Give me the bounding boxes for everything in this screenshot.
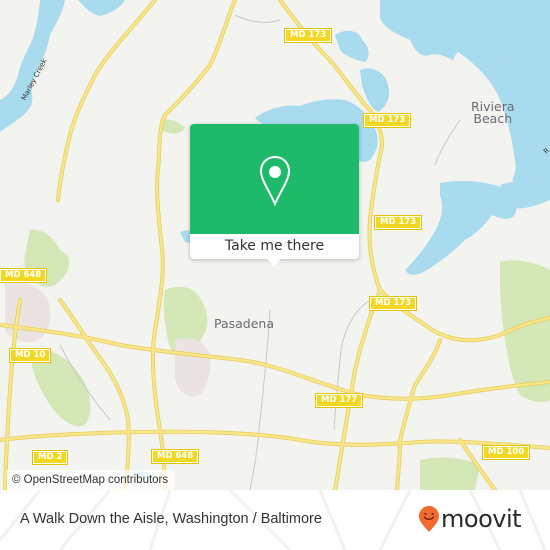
creek-water bbox=[405, 180, 517, 275]
footer-bar: A Walk Down the Aisle, Washington / Balt… bbox=[0, 490, 550, 550]
route-shield-md173: MD 173 bbox=[362, 113, 412, 128]
popup-pointer bbox=[267, 259, 281, 266]
take-me-there-button[interactable]: Take me there bbox=[190, 234, 359, 259]
take-me-there-popup[interactable]: Take me there bbox=[190, 124, 359, 266]
moovit-logo[interactable]: moovit bbox=[418, 504, 522, 534]
route-shield-md100: MD 100 bbox=[481, 445, 531, 460]
route-shield-md648: MD 648 bbox=[150, 449, 200, 464]
route-shield-md648: MD 648 bbox=[0, 268, 48, 283]
route-shield-md173: MD 173 bbox=[368, 296, 418, 311]
minor-road-2 bbox=[333, 299, 371, 431]
minor-road bbox=[249, 309, 271, 490]
route-shield-md10: MD 10 bbox=[8, 348, 52, 363]
road-md100 bbox=[0, 430, 550, 450]
popup-header bbox=[190, 124, 359, 234]
route-shield-md173: MD 173 bbox=[373, 215, 423, 230]
inlet-water bbox=[335, 30, 369, 62]
urban-area-2 bbox=[175, 338, 211, 397]
place-label-pasadena: Pasadena bbox=[214, 316, 275, 331]
moovit-pin-smiley-icon bbox=[419, 506, 439, 532]
route-shield-md2: MD 2 bbox=[31, 450, 69, 465]
park-area-5 bbox=[420, 457, 480, 490]
location-title: A Walk Down the Aisle, Washington / Balt… bbox=[20, 511, 322, 527]
marley-creek-water bbox=[0, 0, 65, 132]
route-shield-md173: MD 173 bbox=[283, 28, 333, 43]
marley-creek-water-2 bbox=[78, 0, 125, 16]
minor-road-4 bbox=[234, 14, 281, 23]
moovit-wordmark: moovit bbox=[441, 505, 522, 533]
map-pin-icon bbox=[259, 155, 291, 207]
place-label-riviera-beach: Riviera Beach bbox=[471, 100, 515, 126]
map-attribution[interactable]: © OpenStreetMap contributors bbox=[7, 470, 175, 490]
road bbox=[398, 338, 442, 442]
place-label-line: Beach bbox=[473, 111, 513, 126]
route-shield-md177: MD 177 bbox=[314, 393, 364, 408]
road bbox=[56, 0, 157, 202]
map-view[interactable]: Riviera Beach Pasadena Marley Creek R MD… bbox=[0, 0, 550, 490]
